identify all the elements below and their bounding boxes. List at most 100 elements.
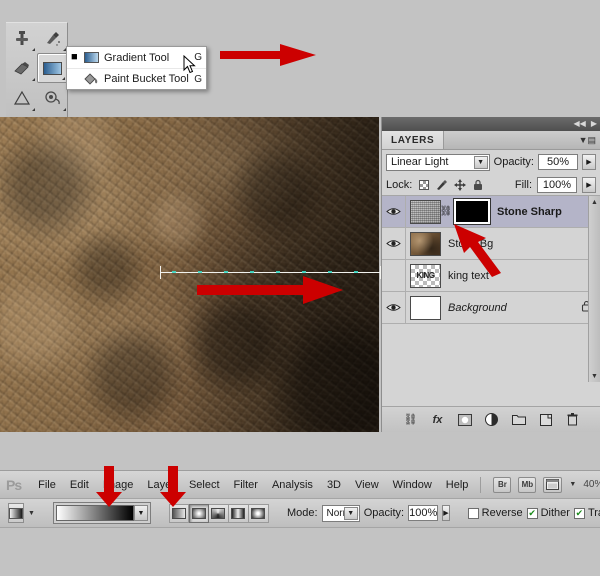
delete-layer-icon[interactable] (565, 412, 581, 428)
scroll-down-icon[interactable]: ▼ (589, 370, 600, 382)
gradient-preview-swatch[interactable] (56, 505, 134, 521)
layer-name-background: Background (448, 302, 581, 314)
reflected-gradient-button[interactable] (229, 504, 249, 523)
layer-thumbnail-stone-sharp[interactable] (410, 200, 441, 224)
dither-checkbox-group[interactable]: Dither (527, 507, 570, 519)
lock-image-pixels-icon[interactable] (435, 178, 448, 191)
layer-visibility-toggle-background[interactable] (382, 292, 406, 323)
menu-item-file[interactable]: File (31, 479, 63, 491)
layer-row-stone-sharp[interactable]: ⛓ Stone Sharp (382, 196, 600, 228)
layer-opacity-input[interactable]: 50% (538, 154, 578, 170)
panel-tab-bar: LAYERS ▼▤ (382, 131, 600, 150)
eraser-tool[interactable] (6, 53, 37, 83)
layer-style-fx-icon[interactable]: fx (430, 412, 446, 428)
fill-slider-arrow-icon[interactable]: ▶ (582, 177, 596, 193)
lock-label: Lock: (386, 179, 412, 191)
tool-preset-chevron-down-icon[interactable]: ▼ (28, 510, 35, 517)
panel-menu-icon[interactable]: ▼▤ (579, 135, 596, 146)
layer-thumbnail-king-text[interactable]: KING (410, 264, 441, 288)
layer-row-king-text[interactable]: KING king text (382, 260, 600, 292)
tool-more-triangle-icon (62, 77, 65, 80)
layer-visibility-toggle-king-text[interactable] (382, 260, 406, 291)
gradient-tool-icon (43, 62, 62, 75)
shape-tool[interactable] (6, 83, 37, 113)
menu-item-help[interactable]: Help (439, 479, 476, 491)
gradient-picker[interactable]: ▼ (53, 502, 151, 524)
dodge-burn-icon (43, 89, 63, 107)
radial-gradient-button[interactable] (189, 504, 209, 523)
workspace-gap (0, 432, 600, 470)
blend-mode-select-options[interactable]: Normal ▼ (322, 505, 360, 522)
new-group-icon[interactable] (511, 412, 527, 428)
menu-item-filter[interactable]: Filter (227, 479, 265, 491)
fill-opacity-input[interactable]: 100% (537, 177, 577, 193)
menu-item-select[interactable]: Select (182, 479, 227, 491)
opacity-slider-arrow-icon[interactable]: ▶ (582, 154, 596, 170)
screen-mode-icon[interactable] (543, 477, 562, 493)
expand-panel-icon[interactable]: ▶ (591, 120, 597, 128)
clone-stamp-tool[interactable] (6, 23, 37, 53)
eye-icon (386, 238, 401, 249)
lock-position-icon[interactable] (453, 178, 466, 191)
menu-item-layer[interactable]: Layer (140, 479, 182, 491)
screen-mode-chevron-down-icon[interactable]: ▼ (569, 481, 576, 488)
layers-panel-footer: ⛓ fx (382, 406, 600, 432)
new-layer-icon[interactable] (538, 412, 554, 428)
gradient-type-group (169, 504, 269, 523)
layer-name-stone-bg: Stone Bg (448, 238, 596, 250)
layer-name-stone-sharp: Stone Sharp (497, 206, 596, 218)
layer-name-king-text: king text (448, 270, 596, 282)
transparency-checkbox-group[interactable]: Transparency (574, 507, 600, 519)
adjustment-layer-icon[interactable] (484, 412, 500, 428)
linear-gradient-button[interactable] (169, 504, 189, 523)
lock-transparent-pixels-icon[interactable] (417, 178, 430, 191)
gradient-picker-chevron-down-icon[interactable]: ▼ (134, 505, 148, 521)
dither-checkbox[interactable] (527, 508, 538, 519)
reverse-checkbox-group[interactable]: Reverse (468, 507, 523, 519)
dodge-tool[interactable] (37, 83, 68, 113)
blend-mode-select[interactable]: Linear Light ▼ (386, 154, 490, 171)
layer-visibility-toggle-stone-bg[interactable] (382, 228, 406, 259)
tool-more-triangle-icon (63, 108, 66, 111)
layer-mask-thumbnail-stone-sharp[interactable] (454, 199, 490, 224)
angle-gradient-button[interactable] (209, 504, 229, 523)
gradient-tool[interactable] (37, 53, 68, 83)
menu-item-analysis[interactable]: Analysis (265, 479, 320, 491)
layer-thumbnail-background[interactable] (410, 296, 441, 320)
transparency-checkbox[interactable] (574, 508, 585, 519)
diamond-gradient-button[interactable] (249, 504, 269, 523)
reverse-checkbox[interactable] (468, 508, 479, 519)
layer-thumbnail-stone-bg[interactable] (410, 232, 441, 256)
link-layers-icon[interactable]: ⛓ (403, 412, 419, 428)
chevron-down-icon[interactable]: ▼ (344, 507, 358, 520)
layer-row-background[interactable]: Background (382, 292, 600, 324)
tool-preset-picker[interactable] (8, 503, 24, 523)
menu-item-edit[interactable]: Edit (63, 479, 96, 491)
stone-texture-image (0, 117, 379, 432)
launch-mini-bridge-button[interactable]: Mb (518, 477, 536, 493)
blend-mode-value: Linear Light (391, 156, 449, 168)
add-layer-mask-icon[interactable] (457, 412, 473, 428)
collapse-panel-icon[interactable]: ◀◀ (574, 120, 586, 128)
layers-scrollbar[interactable]: ▲ ▼ (588, 196, 600, 382)
lock-all-icon[interactable] (471, 178, 484, 191)
opacity-input-options[interactable]: 100% (408, 505, 438, 521)
menu-separator (480, 477, 481, 493)
menu-item-3d[interactable]: 3D (320, 479, 348, 491)
dither-label: Dither (541, 507, 570, 519)
opacity-slider-arrow-icon-options[interactable]: ▶ (442, 505, 449, 521)
menu-item-image[interactable]: Image (96, 479, 141, 491)
mask-link-icon[interactable]: ⛓ (441, 206, 451, 217)
chevron-down-icon[interactable]: ▼ (474, 156, 488, 169)
layer-visibility-toggle-stone-sharp[interactable] (382, 196, 406, 227)
history-brush-tool[interactable] (37, 23, 68, 53)
menu-item-view[interactable]: View (348, 479, 386, 491)
launch-bridge-button[interactable]: Br (493, 477, 511, 493)
layer-row-stone-bg[interactable]: Stone Bg (382, 228, 600, 260)
tab-layers[interactable]: LAYERS (382, 131, 444, 149)
lock-fill-row: Lock: Fill: 100% ▶ (382, 174, 600, 196)
menu-item-window[interactable]: Window (386, 479, 439, 491)
scroll-up-icon[interactable]: ▲ (589, 196, 600, 208)
document-canvas[interactable] (0, 117, 379, 432)
flyout-shortcut-paint-bucket-tool: G (194, 74, 202, 85)
